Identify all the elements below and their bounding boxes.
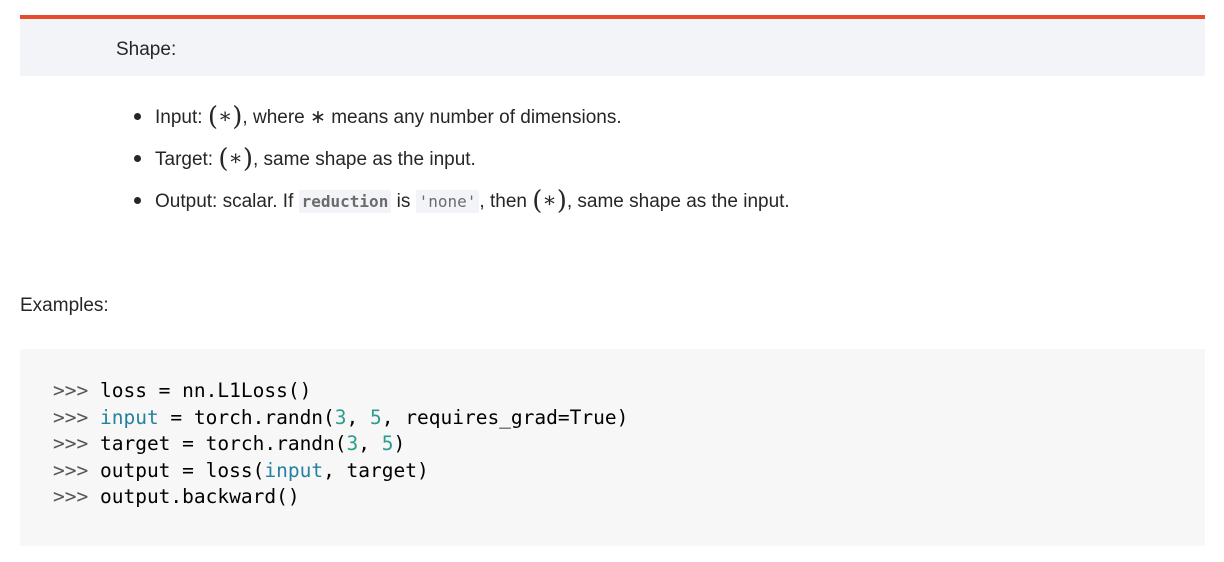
shape-item-output-text: , same shape as the input. <box>566 191 790 212</box>
reduction-code: reduction <box>298 190 392 213</box>
shape-item-target-text: , same shape as the input. <box>252 149 476 170</box>
shape-list: Input: (∗), where ∗ means any number of … <box>134 96 790 222</box>
is-text: is <box>396 191 411 212</box>
shape-item-input-math: (∗) <box>207 102 243 132</box>
code-line: >>> input = torch.randn(3, 5, requires_g… <box>53 405 629 429</box>
then-text: , then <box>479 191 527 212</box>
shape-item-output-label: Output: scalar. If <box>155 191 294 212</box>
code-line: >>> output = loss(input, target) <box>53 458 429 482</box>
shape-title: Shape: <box>116 39 177 60</box>
examples-label: Examples: <box>20 295 109 316</box>
shape-item-input-text: , where ∗ means any number of dimensions… <box>242 107 622 128</box>
shape-item-target-math: (∗) <box>218 144 253 174</box>
shape-item-target-label: Target: <box>155 149 214 170</box>
shape-item-output-math: (∗) <box>532 186 567 216</box>
shape-item-input: Input: (∗), where ∗ means any number of … <box>134 96 790 138</box>
shape-note-header: Shape: <box>20 15 1205 76</box>
shape-item-input-label: Input: <box>155 107 203 128</box>
code-line: >>> loss = nn.L1Loss() <box>53 379 312 402</box>
code-line: >>> target = torch.randn(3, 5) <box>53 432 406 455</box>
code-example-block[interactable]: >>> loss = nn.L1Loss() >>> input = torch… <box>20 349 1205 546</box>
none-code: 'none' <box>415 190 480 213</box>
shape-item-output: Output: scalar. If reduction is 'none', … <box>134 180 790 222</box>
shape-item-target: Target: (∗), same shape as the input. <box>134 138 790 180</box>
code-line: >>> output.backward() <box>53 485 300 508</box>
